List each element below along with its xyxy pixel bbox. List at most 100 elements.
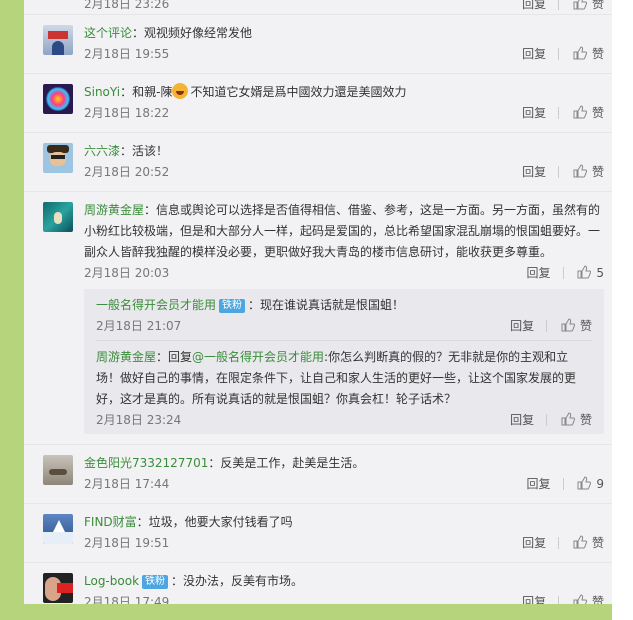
comment-actions: 回复 赞 bbox=[522, 533, 604, 553]
comment-item: 这个评论：观视频好像经常发他 2月18日 19:55 回复 赞 bbox=[24, 15, 612, 74]
like-button[interactable]: 5 bbox=[577, 263, 604, 283]
comment-meta: 2月18日 19:55 回复 赞 bbox=[84, 44, 604, 64]
comment-username[interactable]: Log-book bbox=[84, 574, 139, 588]
laughing-emoji-icon bbox=[172, 83, 189, 99]
comment-meta: 2月18日 18:22 回复 赞 bbox=[84, 103, 604, 123]
reply-button[interactable]: 回复 bbox=[527, 263, 551, 283]
thumbs-up-icon bbox=[573, 164, 587, 178]
fan-badge: 铁粉 bbox=[142, 575, 169, 589]
comment-item-partial: 2月18日 23:26 回复 赞 bbox=[24, 0, 612, 15]
reply-button[interactable]: 回复 bbox=[522, 533, 546, 553]
reply-button[interactable]: 回复 bbox=[522, 44, 546, 64]
thumbs-up-icon bbox=[573, 535, 587, 549]
reply-time: 2月18日 23:24 bbox=[96, 413, 182, 427]
comment-meta: 2月18日 17:49 回复 赞 bbox=[84, 592, 604, 604]
comment-item: FIND财富：垃圾，他要大家付钱看了吗 2月18日 19:51 回复 赞 bbox=[24, 504, 612, 563]
thumbs-up-icon bbox=[573, 0, 587, 10]
like-button[interactable]: 赞 bbox=[573, 533, 604, 553]
reply-button[interactable]: 回复 bbox=[510, 410, 534, 430]
comment-actions: 回复 赞 bbox=[522, 162, 604, 182]
reply-item: 周游黄金屋：回复@一般名得开会员才能用:你怎么判断真的假的？无非就是你的主观和立… bbox=[96, 341, 592, 434]
comment-actions: 回复 赞 bbox=[522, 44, 604, 64]
reply-thread: 一般名得开会员才能用 铁粉 ：现在谁说真话就是恨国蛆！ 2月18日 21:07 回复… bbox=[84, 289, 604, 434]
avatar[interactable] bbox=[43, 573, 73, 603]
reply-item: 一般名得开会员才能用 铁粉 ：现在谁说真话就是恨国蛆！ 2月18日 21:07 回复… bbox=[96, 289, 592, 341]
like-count: 9 bbox=[596, 477, 604, 491]
avatar[interactable] bbox=[43, 514, 73, 544]
comment-time: 2月18日 23:26 bbox=[84, 0, 170, 11]
reply-button[interactable]: 回复 bbox=[527, 474, 551, 494]
fan-badge: 铁粉 bbox=[219, 299, 246, 313]
comment-actions: 回复 赞 bbox=[522, 0, 604, 14]
comment-time: 2月18日 19:51 bbox=[84, 536, 170, 550]
comment-text: 周游黄金屋：信息或舆论可以选择是否值得相信、借鉴、参考，这是一方面。另一方面，虽… bbox=[84, 203, 601, 259]
like-button[interactable]: 9 bbox=[577, 474, 604, 494]
thumbs-up-icon bbox=[573, 105, 587, 119]
comment-item: 周游黄金屋：信息或舆论可以选择是否值得相信、借鉴、参考，这是一方面。另一方面，虽… bbox=[24, 192, 612, 445]
thumbs-up-icon bbox=[573, 594, 587, 604]
comment-time: 2月18日 17:49 bbox=[84, 595, 170, 604]
comment-meta: 2月18日 23:26 回复 赞 bbox=[84, 0, 604, 14]
reply-time: 2月18日 21:07 bbox=[96, 319, 182, 333]
reply-text: 一般名得开会员才能用 铁粉 ：现在谁说真话就是恨国蛆！ bbox=[96, 298, 405, 313]
comment-item: 六六漆：活该！ 2月18日 20:52 回复 赞 bbox=[24, 133, 612, 192]
like-button[interactable]: 赞 bbox=[573, 44, 604, 64]
page-margin bbox=[612, 0, 633, 620]
reply-actions: 回复 赞 bbox=[510, 410, 592, 430]
like-button[interactable]: 赞 bbox=[561, 316, 592, 336]
comment-actions: 回复 5 bbox=[527, 263, 604, 283]
reply-button[interactable]: 回复 bbox=[510, 316, 534, 336]
like-button[interactable]: 赞 bbox=[573, 103, 604, 123]
reply-button[interactable]: 回复 bbox=[522, 103, 546, 123]
comment-text: 金色阳光7332127701：反美是工作，赴美是生活。 bbox=[84, 456, 365, 470]
thumbs-up-icon bbox=[573, 46, 587, 60]
mention-link[interactable]: @一般名得开会员才能用 bbox=[192, 350, 324, 364]
comment-username[interactable]: 这个评论 bbox=[84, 26, 132, 40]
comment-time: 2月18日 17:44 bbox=[84, 477, 170, 491]
comment-actions: 回复 赞 bbox=[522, 103, 604, 123]
reply-button[interactable]: 回复 bbox=[522, 0, 546, 14]
reply-meta: 2月18日 21:07 回复 赞 bbox=[96, 316, 592, 336]
comment-username[interactable]: 六六漆 bbox=[84, 144, 120, 158]
avatar[interactable] bbox=[43, 84, 73, 114]
comment-item: 金色阳光7332127701：反美是工作，赴美是生活。 2月18日 17:44 … bbox=[24, 445, 612, 504]
comment-username[interactable]: 周游黄金屋 bbox=[84, 203, 144, 217]
comment-actions: 回复 赞 bbox=[522, 592, 604, 604]
reply-button[interactable]: 回复 bbox=[522, 592, 546, 604]
comment-time: 2月18日 19:55 bbox=[84, 47, 170, 61]
like-button[interactable]: 赞 bbox=[561, 410, 592, 430]
thumbs-up-icon bbox=[577, 476, 592, 490]
avatar[interactable] bbox=[43, 25, 73, 55]
comments-panel: 2月18日 23:26 回复 赞 这个评论：观视频好像经常发他 2月18日 19… bbox=[24, 0, 612, 604]
reply-button[interactable]: 回复 bbox=[522, 162, 546, 182]
comment-meta: 2月18日 20:52 回复 赞 bbox=[84, 162, 604, 182]
comment-username[interactable]: 金色阳光7332127701 bbox=[84, 456, 208, 470]
thumbs-up-icon bbox=[561, 412, 575, 426]
reply-username[interactable]: 周游黄金屋 bbox=[96, 350, 156, 364]
comment-text: 六六漆：活该！ bbox=[84, 144, 169, 158]
comment-username[interactable]: FIND财富 bbox=[84, 515, 137, 529]
comment-actions: 回复 9 bbox=[527, 474, 604, 494]
comment-username[interactable]: SinoYi bbox=[84, 85, 120, 99]
thumbs-up-icon bbox=[561, 318, 575, 332]
avatar[interactable] bbox=[43, 202, 73, 232]
like-button[interactable]: 赞 bbox=[573, 0, 604, 14]
comment-item: Log-book 铁粉 ：没办法，反美有市场。 2月18日 17:49 回复 赞 bbox=[24, 563, 612, 604]
thumbs-up-icon bbox=[577, 265, 592, 279]
reply-actions: 回复 赞 bbox=[510, 316, 592, 336]
reply-meta: 2月18日 23:24 回复 赞 bbox=[96, 410, 592, 430]
like-button[interactable]: 赞 bbox=[573, 592, 604, 604]
comment-meta: 2月18日 19:51 回复 赞 bbox=[84, 533, 604, 553]
comment-text: 这个评论：观视频好像经常发他 bbox=[84, 26, 253, 40]
comment-meta: 2月18日 20:03 回复 5 bbox=[84, 263, 604, 283]
avatar[interactable] bbox=[43, 455, 73, 485]
avatar[interactable] bbox=[43, 143, 73, 173]
comment-time: 2月18日 20:52 bbox=[84, 165, 170, 179]
comment-text: FIND财富：垃圾，他要大家付钱看了吗 bbox=[84, 515, 293, 529]
like-button[interactable]: 赞 bbox=[573, 162, 604, 182]
like-count: 5 bbox=[596, 266, 604, 280]
comment-time: 2月18日 20:03 bbox=[84, 266, 170, 280]
comment-text: SinoYi：和親-陳 不知道它女婿是爲中國效力還是美國效力 bbox=[84, 83, 407, 99]
comment-text: Log-book 铁粉 ：没办法，反美有市场。 bbox=[84, 574, 304, 589]
reply-username[interactable]: 一般名得开会员才能用 bbox=[96, 298, 216, 312]
